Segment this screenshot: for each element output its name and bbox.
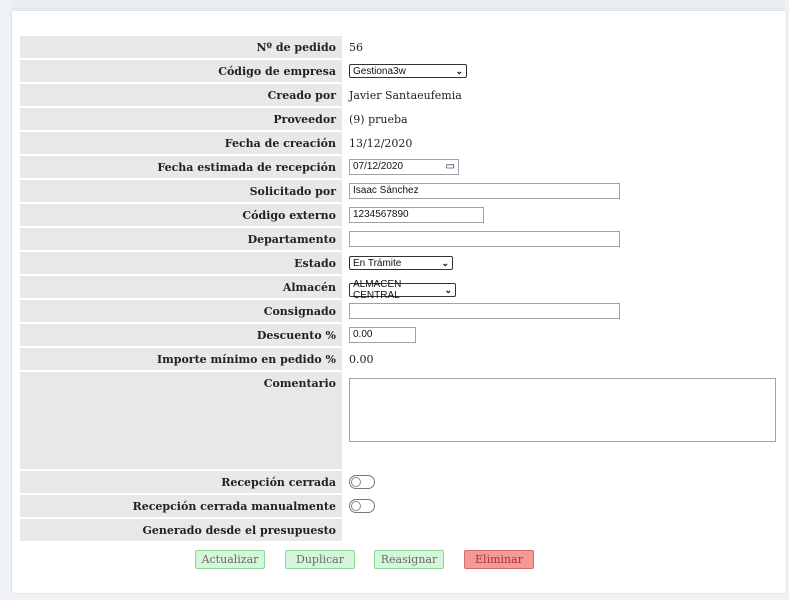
min-amount-label: Importe mínimo en pedido % bbox=[20, 348, 342, 370]
receipt-closed-manual-label: Recepción cerrada manualmente bbox=[20, 495, 342, 517]
row-consigned: Consignado bbox=[20, 300, 780, 322]
warehouse-selected: ALMACEN CENTRAL bbox=[353, 279, 402, 301]
order-number-label: Nº de pedido bbox=[20, 36, 342, 58]
row-company-code: Código de empresa Gestiona3w ⌄ bbox=[20, 60, 780, 82]
receipt-closed-toggle[interactable] bbox=[349, 475, 375, 489]
estimated-date-input[interactable]: 07/12/2020 ▭ bbox=[349, 159, 459, 175]
duplicate-button[interactable]: Duplicar bbox=[285, 550, 355, 569]
row-order-number: Nº de pedido 56 bbox=[20, 36, 780, 58]
created-by-value: Javier Santaeufemia bbox=[349, 88, 462, 102]
external-code-input[interactable]: 1234567890 bbox=[349, 207, 484, 223]
action-buttons: Actualizar Duplicar Reasignar Eliminar bbox=[0, 550, 789, 570]
row-comment: Comentario bbox=[20, 372, 780, 469]
top-strip bbox=[11, 0, 785, 9]
consigned-input[interactable] bbox=[349, 303, 620, 319]
row-requested-by: Solicitado por Isaac Sánchez bbox=[20, 180, 780, 202]
comment-label: Comentario bbox=[20, 372, 342, 469]
reassign-button[interactable]: Reasignar bbox=[374, 550, 444, 569]
receipt-closed-label: Recepción cerrada bbox=[20, 471, 342, 493]
department-label: Departamento bbox=[20, 228, 342, 250]
estimated-date-value: 07/12/2020 bbox=[353, 161, 404, 172]
generated-from-quote-label: Generado desde el presupuesto bbox=[20, 519, 342, 541]
requested-by-input[interactable]: Isaac Sánchez bbox=[349, 183, 620, 199]
status-label: Estado bbox=[20, 252, 342, 274]
row-department: Departamento bbox=[20, 228, 780, 250]
row-generated-from-quote: Generado desde el presupuesto bbox=[20, 519, 780, 541]
creation-date-label: Fecha de creación bbox=[20, 132, 342, 154]
row-min-amount: Importe mínimo en pedido % 0.00 bbox=[20, 348, 780, 370]
delete-button[interactable]: Eliminar bbox=[464, 550, 534, 569]
discount-input[interactable]: 0.00 bbox=[349, 327, 416, 343]
toggle-knob bbox=[351, 501, 361, 511]
order-form: Nº de pedido 56 Código de empresa Gestio… bbox=[20, 34, 780, 543]
row-creation-date: Fecha de creación 13/12/2020 bbox=[20, 132, 780, 154]
row-receipt-closed-manual: Recepción cerrada manualmente bbox=[20, 495, 780, 517]
warehouse-select[interactable]: ALMACEN CENTRAL ⌄ bbox=[349, 279, 456, 301]
update-button[interactable]: Actualizar bbox=[195, 550, 265, 569]
department-input[interactable] bbox=[349, 231, 620, 247]
row-supplier: Proveedor (9) prueba bbox=[20, 108, 780, 130]
row-status: Estado En Trámite ⌄ bbox=[20, 252, 780, 274]
min-amount-value: 0.00 bbox=[349, 352, 374, 366]
consigned-label: Consignado bbox=[20, 300, 342, 322]
row-external-code: Código externo 1234567890 bbox=[20, 204, 780, 226]
chevron-down-icon: ⌄ bbox=[444, 285, 452, 295]
status-selected: En Trámite bbox=[353, 257, 402, 269]
supplier-value: (9) prueba bbox=[349, 112, 408, 126]
chevron-down-icon: ⌄ bbox=[455, 66, 463, 77]
created-by-label: Creado por bbox=[20, 84, 342, 106]
row-receipt-closed: Recepción cerrada bbox=[20, 471, 780, 493]
requested-by-label: Solicitado por bbox=[20, 180, 342, 202]
order-number-value: 56 bbox=[349, 40, 363, 54]
company-code-selected: Gestiona3w bbox=[353, 65, 406, 77]
chevron-down-icon: ⌄ bbox=[441, 258, 449, 269]
row-discount: Descuento % 0.00 bbox=[20, 324, 780, 346]
row-warehouse: Almacén ALMACEN CENTRAL ⌄ bbox=[20, 276, 780, 301]
toggle-knob bbox=[351, 477, 361, 487]
comment-textarea[interactable] bbox=[349, 378, 776, 442]
calendar-icon[interactable]: ▭ bbox=[446, 161, 455, 173]
status-select[interactable]: En Trámite ⌄ bbox=[349, 256, 453, 271]
receipt-closed-manual-toggle[interactable] bbox=[349, 499, 375, 513]
estimated-date-label: Fecha estimada de recepción bbox=[20, 156, 342, 178]
external-code-label: Código externo bbox=[20, 204, 342, 226]
row-created-by: Creado por Javier Santaeufemia bbox=[20, 84, 780, 106]
company-code-label: Código de empresa bbox=[20, 60, 342, 82]
row-estimated-date: Fecha estimada de recepción 07/12/2020 ▭ bbox=[20, 156, 780, 178]
creation-date-value: 13/12/2020 bbox=[349, 136, 413, 150]
discount-label: Descuento % bbox=[20, 324, 342, 346]
supplier-label: Proveedor bbox=[20, 108, 342, 130]
company-code-select[interactable]: Gestiona3w ⌄ bbox=[349, 64, 467, 79]
warehouse-label: Almacén bbox=[20, 276, 342, 298]
